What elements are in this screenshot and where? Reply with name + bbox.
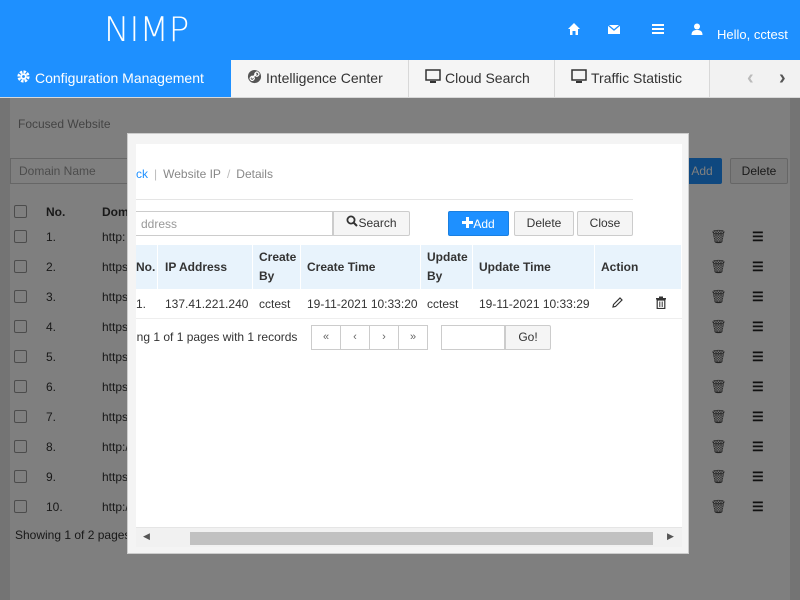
breadcrumb-back-link[interactable]: ck bbox=[136, 167, 148, 181]
close-button[interactable]: Close bbox=[577, 211, 633, 236]
breadcrumb-website-ip: Website IP bbox=[163, 167, 221, 181]
tab-scroll-left-icon[interactable]: ‹ bbox=[747, 60, 754, 97]
page-number-input[interactable] bbox=[441, 325, 505, 350]
scrollbar-thumb[interactable] bbox=[190, 532, 653, 545]
search-button-label: Search bbox=[358, 216, 397, 230]
gear-icon bbox=[16, 61, 31, 97]
breadcrumb-details: Details bbox=[236, 167, 273, 181]
search-icon bbox=[346, 212, 359, 235]
prev-page-button[interactable]: ‹ bbox=[340, 325, 370, 350]
add-button-label: Add bbox=[473, 217, 495, 231]
col-action: Action bbox=[595, 245, 682, 289]
col-no: No. bbox=[136, 245, 158, 289]
table-row: 1. 137.41.221.240 cctest 19-11-2021 10:3… bbox=[136, 289, 682, 319]
edit-icon[interactable] bbox=[611, 296, 624, 312]
tab-scroll-right-icon[interactable]: › bbox=[779, 60, 786, 97]
row-no: 1. bbox=[136, 297, 147, 311]
breadcrumb-separator: / bbox=[226, 167, 231, 181]
divider bbox=[136, 199, 633, 200]
user-greeting[interactable]: Hello, cctest bbox=[717, 27, 788, 42]
row-create-by: cctest bbox=[259, 297, 291, 311]
user-icon[interactable] bbox=[690, 22, 706, 38]
delete-ip-button[interactable]: Delete bbox=[514, 211, 574, 236]
website-ip-details-modal: ck | Website IP / Details ddress Search Add … bbox=[127, 133, 689, 554]
scroll-right-icon[interactable]: ▶ bbox=[667, 531, 674, 542]
tab-traffic-statistic[interactable]: Traffic Statistic bbox=[555, 60, 710, 97]
col-create-time: Create Time bbox=[301, 245, 421, 289]
top-header: NIMP Hello, cctest bbox=[0, 0, 800, 60]
col-update-by: Update By bbox=[421, 245, 473, 289]
go-button[interactable]: Go! bbox=[505, 325, 551, 350]
pagination-summary: ving 1 of 1 pages with 1 records bbox=[136, 330, 298, 344]
search-button[interactable]: Search bbox=[333, 211, 410, 236]
plus-icon bbox=[462, 212, 474, 237]
ip-table-header: No. IP Address Create By Create Time Upd… bbox=[136, 245, 682, 289]
mail-icon[interactable] bbox=[607, 22, 623, 38]
col-create-by: Create By bbox=[253, 245, 301, 289]
row-update-by: cctest bbox=[427, 297, 459, 311]
app-logo: NIMP bbox=[104, 10, 190, 50]
breadcrumb-separator: | bbox=[154, 167, 158, 181]
row-ip-address: 137.41.221.240 bbox=[165, 297, 249, 311]
monitor-icon bbox=[571, 61, 587, 97]
main-tabs: Configuration Management Intelligence Ce… bbox=[0, 60, 800, 98]
horizontal-scrollbar[interactable]: ◀ ▶ bbox=[136, 527, 682, 547]
link-icon bbox=[247, 61, 262, 97]
monitor-icon bbox=[425, 61, 441, 97]
modal-breadcrumb: ck | Website IP / Details bbox=[136, 167, 273, 181]
menu-icon[interactable] bbox=[651, 22, 667, 38]
next-page-button[interactable]: › bbox=[369, 325, 399, 350]
modal-content: ck | Website IP / Details ddress Search Add … bbox=[136, 144, 682, 547]
tab-intelligence-center[interactable]: Intelligence Center bbox=[231, 60, 409, 97]
trash-icon[interactable] bbox=[655, 296, 667, 312]
tab-cloud-search[interactable]: Cloud Search bbox=[409, 60, 555, 97]
col-ip-address: IP Address bbox=[159, 245, 253, 289]
ip-address-search-input[interactable]: ddress bbox=[136, 211, 333, 236]
row-create-time: 19-11-2021 10:33:20 bbox=[307, 297, 418, 311]
last-page-button[interactable]: » bbox=[398, 325, 428, 350]
add-ip-button[interactable]: Add bbox=[448, 211, 509, 236]
first-page-button[interactable]: « bbox=[311, 325, 341, 350]
row-update-time: 19-11-2021 10:33:29 bbox=[479, 297, 590, 311]
tab-configuration-management[interactable]: Configuration Management bbox=[0, 60, 231, 97]
home-icon[interactable] bbox=[567, 22, 583, 38]
scroll-left-icon[interactable]: ◀ bbox=[143, 531, 150, 542]
col-update-time: Update Time bbox=[473, 245, 595, 289]
